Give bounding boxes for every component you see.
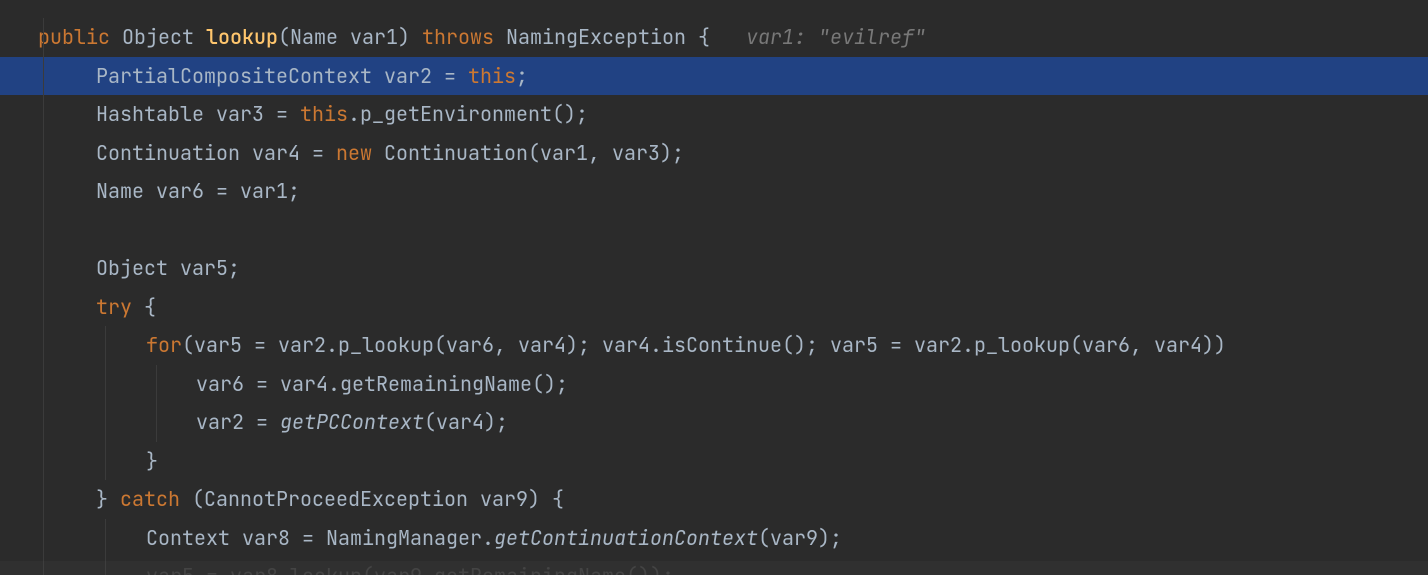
code-line[interactable]: for(var5 = var2.p_lookup(var6, var4); va…: [0, 326, 1428, 365]
code-text: public Object lookup(Name var1) throws N…: [38, 24, 710, 50]
code-text: Context var8 = NamingManager.getContinua…: [38, 525, 842, 551]
code-line[interactable]: } catch (CannotProceedException var9) {: [0, 480, 1428, 519]
code-text: Name var6 = var1;: [38, 178, 300, 204]
code-text: PartialCompositeContext var2 = this;: [38, 63, 528, 89]
code-line[interactable]: Name var6 = var1;: [0, 172, 1428, 211]
code-text: [38, 217, 96, 243]
code-text: } catch (CannotProceedException var9) {: [38, 486, 564, 512]
inline-parameter-hint: var1: "evilref": [710, 24, 926, 50]
code-text: var6 = var4.getRemainingName();: [38, 371, 568, 397]
code-text: try {: [38, 294, 156, 320]
code-line[interactable]: [0, 211, 1428, 250]
code-line[interactable]: try {: [0, 288, 1428, 327]
code-editor[interactable]: public Object lookup(Name var1) throws N…: [0, 0, 1428, 575]
code-line[interactable]: Hashtable var3 = this.p_getEnvironment()…: [0, 95, 1428, 134]
code-text: }: [38, 448, 158, 474]
code-line[interactable]: Object var5;: [0, 249, 1428, 288]
code-line[interactable]: Context var8 = NamingManager.getContinua…: [0, 519, 1428, 558]
code-text: Hashtable var3 = this.p_getEnvironment()…: [38, 101, 588, 127]
code-line[interactable]: public Object lookup(Name var1) throws N…: [0, 18, 1428, 57]
code-text: Object var5;: [38, 255, 240, 281]
code-line[interactable]: Continuation var4 = new Continuation(var…: [0, 134, 1428, 173]
code-text: Continuation var4 = new Continuation(var…: [38, 140, 684, 166]
code-line[interactable]: var2 = getPCContext(var4);: [0, 403, 1428, 442]
code-text: for(var5 = var2.p_lookup(var6, var4); va…: [38, 332, 1238, 358]
code-line-highlighted[interactable]: PartialCompositeContext var2 = this;: [0, 57, 1428, 96]
code-line[interactable]: var6 = var4.getRemainingName();: [0, 365, 1428, 404]
code-line[interactable]: }: [0, 442, 1428, 481]
code-text: var2 = getPCContext(var4);: [38, 409, 508, 435]
horizontal-scrollbar[interactable]: [0, 561, 1428, 575]
